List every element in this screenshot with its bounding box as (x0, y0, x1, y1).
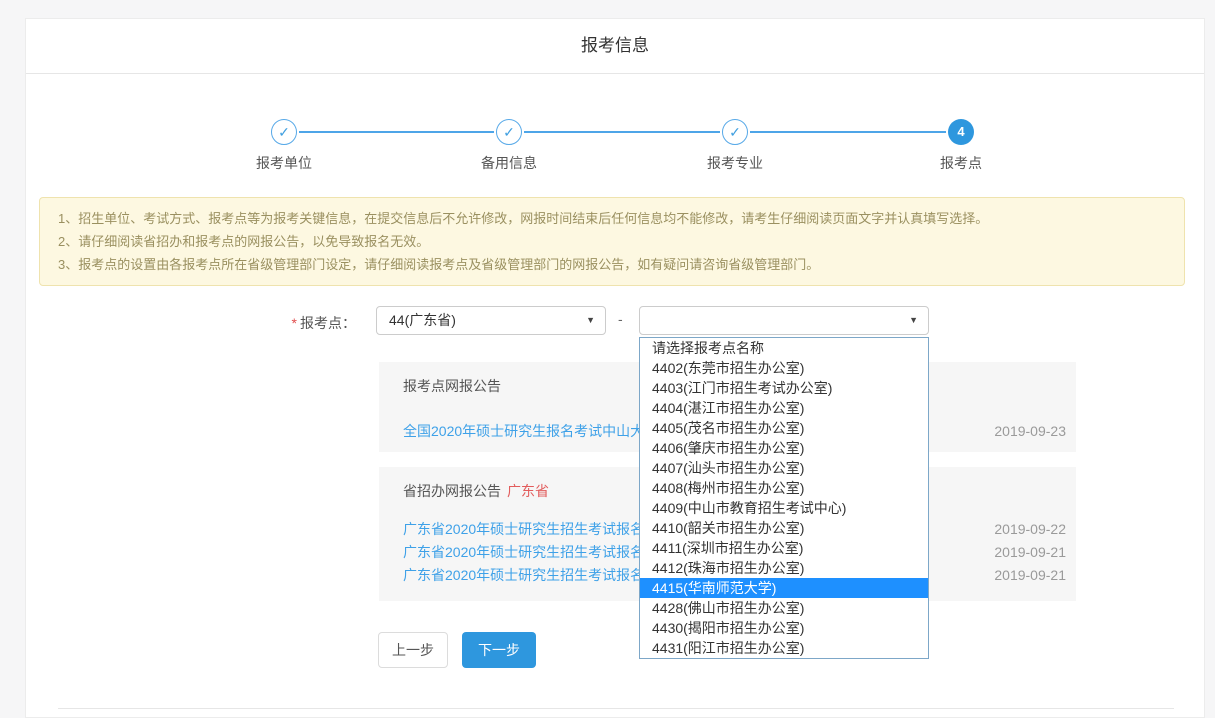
step-wizard: ✓ ✓ ✓ 4 报考单位 备用信息 报考专业 报考点 (26, 119, 1204, 189)
dropdown-arrow-icon: ▼ (909, 307, 918, 334)
dropdown-option-highlighted[interactable]: 4415(华南师范大学) (640, 578, 928, 598)
step-3-circle: ✓ (722, 119, 748, 145)
announcement-date: 2019-09-21 (994, 541, 1066, 564)
exam-site-field-label: *报考点： (26, 313, 356, 333)
step-2-circle: ✓ (496, 119, 522, 145)
exam-site-dropdown-list: 请选择报考点名称 4402(东莞市招生办公室) 4403(江门市招生考试办公室)… (639, 337, 929, 659)
exam-site-select[interactable]: ▼ (639, 306, 929, 335)
check-icon: ✓ (729, 124, 741, 140)
dropdown-option[interactable]: 4410(韶关市招生办公室) (640, 518, 928, 538)
dropdown-option[interactable]: 4403(江门市招生考试办公室) (640, 378, 928, 398)
step-number: 4 (957, 124, 964, 139)
step-connector (524, 131, 720, 133)
announcement-link[interactable]: 广东省2020年硕士研究生招生考试报名 (403, 518, 644, 541)
dropdown-option[interactable]: 请选择报考点名称 (640, 338, 928, 358)
dropdown-option[interactable]: 4428(佛山市招生办公室) (640, 598, 928, 618)
announcement-title-text: 省招办网报公告 (403, 483, 501, 499)
dropdown-option[interactable]: 4411(深圳市招生办公室) (640, 538, 928, 558)
dropdown-option[interactable]: 4405(茂名市招生办公室) (640, 418, 928, 438)
announcement-date: 2019-09-21 (994, 564, 1066, 587)
dropdown-option[interactable]: 4412(珠海市招生办公室) (640, 558, 928, 578)
province-select-value: 44(广东省) (389, 307, 456, 334)
dropdown-option[interactable]: 4409(中山市教育招生考试中心) (640, 498, 928, 518)
announcement-link[interactable]: 全国2020年硕士研究生报名考试中山大学 (403, 420, 658, 443)
announcement-link[interactable]: 广东省2020年硕士研究生招生考试报名 (403, 541, 644, 564)
step-label-backup-info: 备用信息 (449, 153, 569, 173)
announcement-link[interactable]: 广东省2020年硕士研究生招生考试报名 (403, 564, 644, 587)
dropdown-option[interactable]: 4431(阳江市招生办公室) (640, 638, 928, 658)
card-header: 报考信息 (26, 19, 1204, 74)
next-step-button[interactable]: 下一步 (462, 632, 536, 668)
registration-info-card: 报考信息 ✓ ✓ ✓ 4 报考单位 备用信息 报考专业 报考点 1、招生单位、考… (25, 18, 1205, 718)
notice-box: 1、招生单位、考试方式、报考点等为报考关键信息，在提交信息后不允许修改，网报时间… (39, 197, 1185, 286)
announcement-date: 2019-09-23 (994, 420, 1066, 443)
previous-step-button[interactable]: 上一步 (378, 632, 448, 668)
step-connector (750, 131, 946, 133)
bottom-divider (58, 708, 1174, 709)
page-title: 报考信息 (26, 19, 1204, 73)
step-label-unit: 报考单位 (224, 153, 344, 173)
check-icon: ✓ (503, 124, 515, 140)
dropdown-option[interactable]: 4402(东莞市招生办公室) (640, 358, 928, 378)
check-icon: ✓ (278, 124, 290, 140)
step-label-major: 报考专业 (675, 153, 795, 173)
notice-line-3: 3、报考点的设置由各报考点所在省级管理部门设定，请仔细阅读报考点及省级管理部门的… (58, 253, 1166, 276)
announcement-date: 2019-09-22 (994, 518, 1066, 541)
required-asterisk: * (292, 315, 297, 331)
step-connector (299, 131, 494, 133)
dropdown-option[interactable]: 4408(梅州市招生办公室) (640, 478, 928, 498)
notice-line-2: 2、请仔细阅读省招办和报考点的网报公告，以免导致报名无效。 (58, 230, 1166, 253)
dropdown-option[interactable]: 4430(揭阳市招生办公室) (640, 618, 928, 638)
dropdown-option[interactable]: 4407(汕头市招生办公室) (640, 458, 928, 478)
dropdown-arrow-icon: ▼ (586, 307, 595, 334)
select-separator: - (618, 311, 623, 327)
step-1-circle: ✓ (271, 119, 297, 145)
field-label-text: 报考点： (300, 315, 356, 331)
step-label-exam-site: 报考点 (901, 153, 1021, 173)
dropdown-option[interactable]: 4406(肇庆市招生办公室) (640, 438, 928, 458)
province-select[interactable]: 44(广东省) ▼ (376, 306, 606, 335)
notice-line-1: 1、招生单位、考试方式、报考点等为报考关键信息，在提交信息后不允许修改，网报时间… (58, 207, 1166, 230)
province-tag: 广东省 (507, 483, 549, 499)
dropdown-option[interactable]: 4404(湛江市招生办公室) (640, 398, 928, 418)
step-4-circle: 4 (948, 119, 974, 145)
